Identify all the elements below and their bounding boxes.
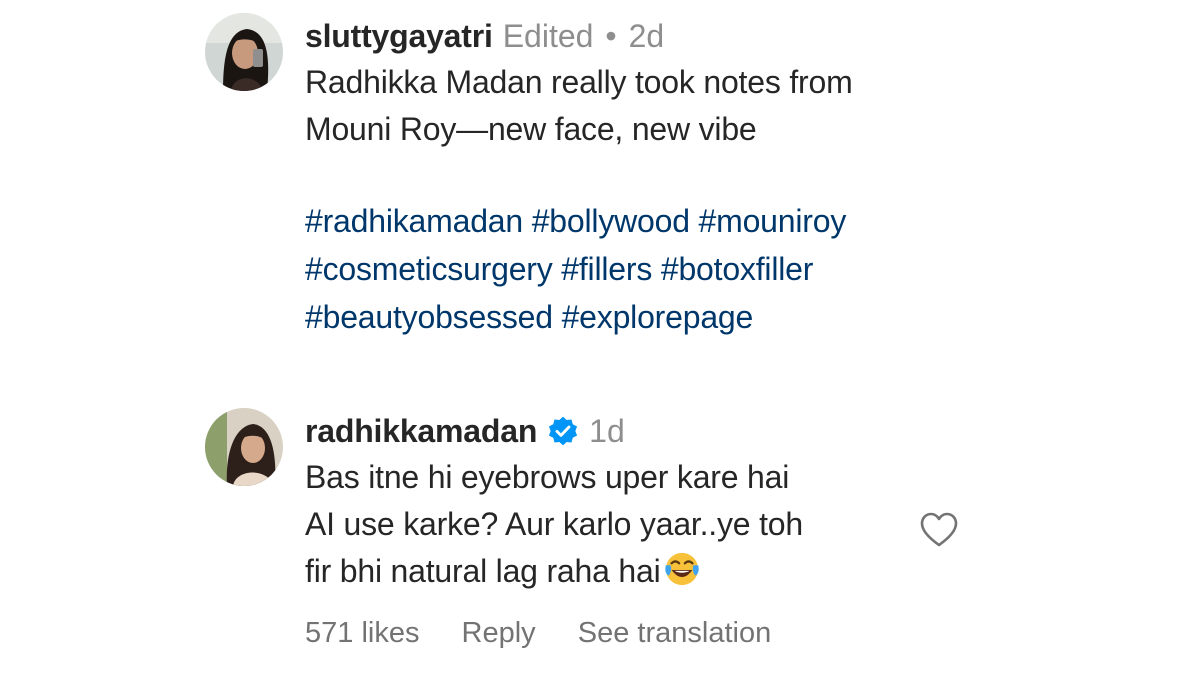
hashtag-link[interactable]: #radhikamadan (305, 203, 523, 239)
hashtag-link[interactable]: #beautyobsessed (305, 299, 553, 335)
comment-timestamp[interactable]: 1d (589, 411, 625, 451)
hashtag-link[interactable]: #bollywood (532, 203, 690, 239)
comment-text-line: Mouni Roy—new face, new vibe (305, 111, 757, 147)
verified-badge-icon (549, 416, 578, 446)
comment-text: Bas itne hi eyebrows uper kare hai AI us… (305, 454, 925, 595)
hashtag-link[interactable]: #botoxfiller (661, 251, 814, 287)
hashtag-link[interactable]: #fillers (561, 251, 652, 287)
hashtag-link[interactable]: #mouniroy (699, 203, 847, 239)
face-with-tears-of-joy-icon (664, 552, 699, 586)
comment-text: Radhikka Madan really took notes from Mo… (305, 59, 925, 153)
comment-hashtags: #radhikamadan #bollywood #mouniroy #cosm… (305, 197, 925, 341)
comment-username[interactable]: sluttygayatri (305, 16, 493, 56)
comments-page: sluttygayatri Edited • 2d Radhikka Madan… (0, 0, 1200, 675)
comment-text-line: AI use karke? Aur karlo yaar..ye toh (305, 506, 803, 542)
reply-button[interactable]: Reply (462, 617, 536, 649)
comment-text-line-with-emoji: fir bhi natural lag raha hai (305, 548, 925, 595)
hashtag-line: #beautyobsessed #explorepage (305, 293, 925, 341)
likes-count[interactable]: 571 likes (305, 617, 419, 649)
comment-1-header: sluttygayatri Edited • 2d (305, 16, 925, 56)
meta-separator: • (605, 18, 617, 54)
comment-text-line: Bas itne hi eyebrows uper kare hai (305, 459, 790, 495)
comment-username[interactable]: radhikkamadan (305, 411, 537, 451)
edited-label: Edited (502, 18, 594, 54)
avatar-radhikkamadan[interactable] (205, 408, 283, 486)
heart-outline-icon[interactable] (917, 508, 961, 552)
hashtag-line: #cosmeticsurgery #fillers #botoxfiller (305, 245, 925, 293)
see-translation-button[interactable]: See translation (578, 617, 771, 649)
comment-2-header: radhikkamadan 1d (305, 411, 925, 451)
comment-timestamp[interactable]: 2d (629, 16, 665, 56)
avatar-sluttygayatri[interactable] (205, 13, 283, 91)
comment-actions: 571 likes Reply See translation (305, 615, 925, 651)
comment-text-line: Radhikka Madan really took notes from (305, 64, 853, 100)
comment-text-line: fir bhi natural lag raha hai (305, 553, 661, 589)
hashtag-line: #radhikamadan #bollywood #mouniroy (305, 197, 925, 245)
hashtag-link[interactable]: #cosmeticsurgery (305, 251, 553, 287)
hashtag-link[interactable]: #explorepage (562, 299, 754, 335)
